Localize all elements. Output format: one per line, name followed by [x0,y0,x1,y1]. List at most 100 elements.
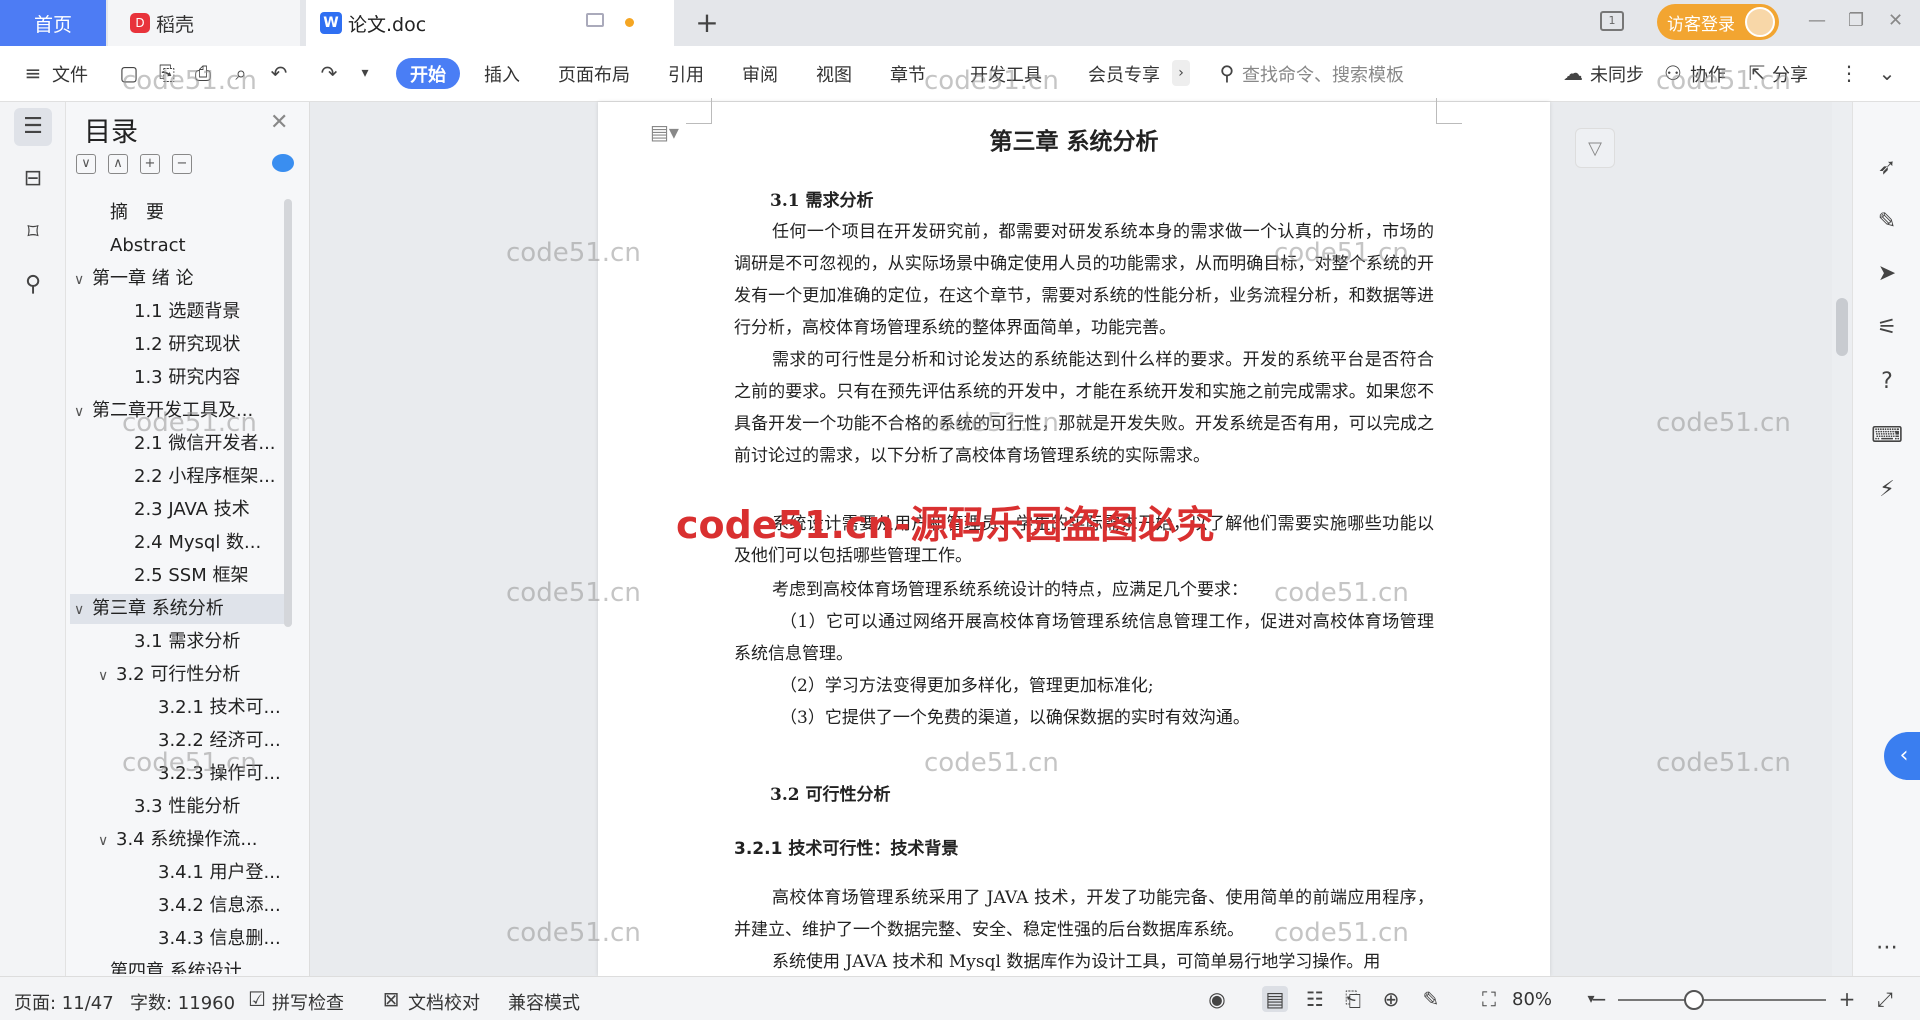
undo-icon[interactable]: ↶ [266,60,292,86]
collapse-ribbon-icon[interactable]: ⌄ [1874,60,1900,86]
page-corner-mark [1436,98,1462,124]
toc-item[interactable]: 1.2 研究现状 [70,330,292,360]
lightning-icon[interactable]: ⚡ [1871,474,1903,506]
zoom-slider[interactable] [1618,999,1826,1001]
toc-item[interactable]: 3.3 性能分析 [70,792,292,822]
toc-item[interactable]: ∨ 3.2 可行性分析 [70,660,292,690]
close-icon[interactable]: ✕ [270,110,288,135]
rocket-icon[interactable]: ➶ [1871,152,1903,184]
find-icon[interactable]: ⚲ [14,266,52,304]
translate-icon[interactable]: ⌨ [1871,420,1903,452]
scroll-thumb[interactable] [1836,298,1848,356]
tab-insert[interactable]: 插入 [484,61,520,87]
close-button[interactable]: ✕ [1888,10,1903,31]
chevron-down-icon[interactable]: ∨ [74,265,92,294]
zoom-in-icon[interactable]: + [1834,986,1860,1012]
zoom-level[interactable]: 80% [1512,989,1552,1010]
tab-review[interactable]: 审阅 [742,61,778,87]
expand-all-icon[interactable]: ∨ [76,154,96,174]
tab-page-layout[interactable]: 页面布局 [558,61,630,87]
tab-member[interactable]: 会员专享 [1088,61,1160,87]
redo-icon[interactable]: ↷ [316,60,342,86]
toc-item[interactable]: Abstract [70,231,292,261]
tab-chapter[interactable]: 章节 [890,61,926,87]
monitor-icon[interactable] [586,13,604,27]
outline-view-icon[interactable]: ☷ [1302,986,1328,1012]
pen-icon[interactable]: ✎ [1871,206,1903,238]
more-options-icon[interactable]: ⋮ [1836,60,1862,86]
watermark: code51.cn [1656,408,1791,438]
remove-heading-icon[interactable]: − [172,154,192,174]
tab-start[interactable]: 开始 [396,58,460,89]
toc-item[interactable]: 3.4.2 信息添... [70,891,292,921]
restore-button[interactable]: ❐ [1848,10,1864,31]
write-view-icon[interactable]: ✎ [1418,986,1444,1012]
toc-item[interactable]: 2.5 SSM 框架 [70,561,292,591]
menu-icon[interactable]: ≡ [20,60,46,86]
toc-item[interactable]: 摘 要 [70,198,292,228]
chevron-down-icon[interactable]: ∨ [98,661,116,690]
filter-icon[interactable]: ▽ [1575,128,1615,168]
toc-item[interactable]: 1.3 研究内容 [70,363,292,393]
toc-item-label: 3.3 性能分析 [134,796,241,817]
toc-item[interactable]: 1.1 选题背景 [70,297,292,327]
tab-document-label: 论文.doc [348,13,427,36]
toc-ai-icon[interactable] [272,154,294,172]
toc-panel-icon[interactable]: ☰ [14,108,52,146]
new-tab-button[interactable]: + [690,6,724,40]
page-view-icon[interactable]: ▤ [1262,986,1288,1012]
sync-status[interactable]: 未同步 [1590,61,1644,87]
toc-item[interactable]: 3.4.3 信息删... [70,924,292,954]
toc-item[interactable]: 2.2 小程序框架... [70,462,292,492]
quick-access-dropdown-icon[interactable]: ▾ [352,60,378,86]
file-menu[interactable]: 文件 [52,61,88,87]
chevron-down-icon[interactable]: ∨ [98,826,116,855]
toc-item[interactable]: ∨ 3.4 系统操作流... [70,825,292,855]
reading-view-icon[interactable]: ⎗ [1340,986,1366,1012]
navigation-icon[interactable]: ⊟ [14,160,52,198]
collapse-all-icon[interactable]: ∧ [108,154,128,174]
help-icon[interactable]: ? [1871,366,1903,398]
more-tabs-chevron-icon[interactable]: › [1172,60,1190,86]
fullscreen-icon[interactable]: ⤢ [1872,986,1898,1012]
tab-references[interactable]: 引用 [668,61,704,87]
minimize-button[interactable]: — [1808,10,1826,31]
chevron-down-icon[interactable]: ∨ [74,595,92,624]
more-icon[interactable]: ⋯ [1871,932,1903,964]
sliders-icon[interactable]: ⚟ [1871,312,1903,344]
toc-item[interactable]: 3.4.1 用户登... [70,858,292,888]
tab-view[interactable]: 视图 [816,61,852,87]
toc-item[interactable]: ∨ 第三章 系统分析 [70,594,292,624]
window-layout-icon[interactable]: 1 [1600,11,1624,31]
toc-item[interactable]: 3.2.1 技术可... [70,693,292,723]
watermark: code51.cn [1274,578,1409,608]
word-count[interactable]: 字数: 11960 [130,989,235,1015]
tab-document[interactable]: W 论文.doc [306,0,674,46]
bookmark-icon[interactable]: ⌑ [14,214,52,252]
spellcheck-button[interactable]: 拼写检查 [272,989,344,1015]
add-heading-icon[interactable]: + [140,154,160,174]
fit-page-icon[interactable]: ⛶ [1476,986,1502,1012]
cursor-icon[interactable]: ➤ [1871,258,1903,290]
toc-item-label: 3.4 系统操作流... [116,829,258,850]
paragraph: （1）它可以通过网络开展高校体育场管理系统信息管理工作，促进对高校体育场管理系统… [734,612,1434,664]
visitor-login-button[interactable]: 访客登录 [1657,4,1779,40]
page-indicator[interactable]: 页面: 11/47 [14,989,114,1015]
tab-daoke[interactable]: D 稻壳 [108,0,300,46]
toc-scrollbar[interactable] [284,199,292,627]
eye-protection-icon[interactable]: ◉ [1204,986,1230,1012]
web-view-icon[interactable]: ⊕ [1378,986,1404,1012]
toc-item[interactable]: 2.3 JAVA 技术 [70,495,292,525]
command-search-input[interactable]: 查找命令、搜索模板 [1242,61,1404,87]
proofread-button[interactable]: 文档校对 [408,989,480,1015]
zoom-slider-knob[interactable] [1684,990,1704,1010]
vertical-scrollbar[interactable] [1832,102,1852,976]
toc-item[interactable]: 3.1 需求分析 [70,627,292,657]
toc-item-label: 2.4 Mysql 数... [134,532,262,553]
chevron-down-icon[interactable]: ∨ [74,397,92,426]
toc-item[interactable]: ∨ 第一章 绪 论 [70,264,292,294]
toc-item[interactable]: 第四章 系统设计 [70,957,292,974]
tab-home[interactable]: 首页 [0,0,106,46]
toc-item[interactable]: 2.4 Mysql 数... [70,528,292,558]
zoom-out-icon[interactable]: − [1586,986,1612,1012]
